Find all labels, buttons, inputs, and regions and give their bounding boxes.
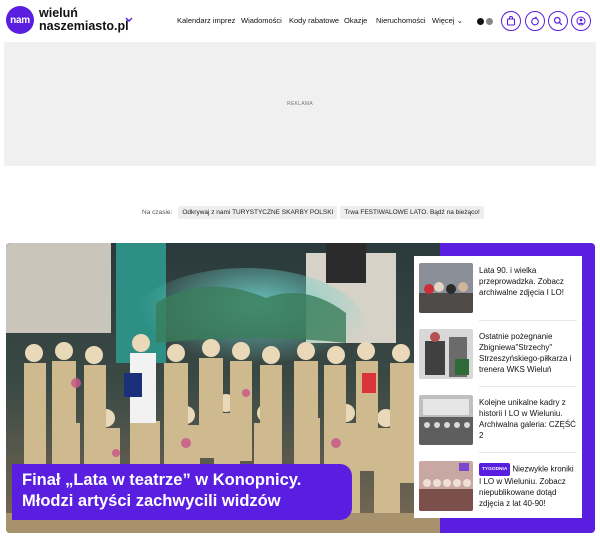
article-thumbnail	[419, 263, 473, 313]
site-header: nam wieluń naszemiasto.pl Kalendarz impr…	[0, 0, 600, 44]
nav-item-kody-rabatowe[interactable]: Kody rabatowe	[289, 16, 339, 25]
logo-text: wieluń naszemiasto.pl	[39, 7, 129, 33]
nav-item-okazje[interactable]: Okazje	[344, 16, 367, 25]
nav-item-wiadomosci[interactable]: Wiadomości	[241, 16, 282, 25]
divider	[479, 452, 577, 453]
hero-title-box[interactable]: Finał „Lata w teatrze” w Konopnicy. Młod…	[12, 464, 352, 520]
trending-chip-festiwalowe[interactable]: Trwa FESTIWALOWE LATO. Bądź na bieżąco!	[340, 206, 484, 219]
list-item[interactable]: TYGODNIA Niezwykle kroniki I LO w Wieluni…	[414, 454, 582, 514]
logo-badge: nam	[6, 6, 34, 34]
article-thumbnail	[419, 329, 473, 379]
ad-label: REKLAMA	[287, 101, 313, 107]
article-title[interactable]: Kolejne unikalne kadry z historii I LO w…	[479, 397, 577, 441]
trending-chip-turystyczne[interactable]: Odkrywaj z nami TURYSTYCZNE SKARBY POLSK…	[178, 206, 338, 219]
divider	[479, 386, 577, 387]
article-title[interactable]: Ostatnie pożegnanie Zbigniewa"Strzechy" …	[479, 331, 577, 375]
article-title-wrap[interactable]: TYGODNIA Niezwykle kroniki I LO w Wieluni…	[479, 463, 577, 509]
moon-dot	[486, 17, 493, 25]
nav-item-kalendarz[interactable]: Kalendarz imprez	[177, 16, 235, 25]
user-icon[interactable]	[571, 11, 591, 31]
theme-toggle-icon[interactable]	[476, 16, 494, 26]
logo-line-2: naszemiasto.pl	[39, 19, 129, 33]
status-badge: TYGODNIA	[479, 463, 511, 476]
divider	[479, 320, 577, 321]
article-thumbnail	[419, 395, 473, 445]
nav-item-nieruchomosci[interactable]: Nieruchomości	[376, 16, 426, 25]
main-nav: Kalendarz imprez Wiadomości Kody rabatow…	[177, 16, 467, 28]
search-icon[interactable]	[548, 11, 568, 31]
list-item[interactable]: Kolejne unikalne kadry z historii I LO w…	[414, 388, 582, 448]
nav-item-wiecej[interactable]: Więcej ⌄	[432, 16, 463, 25]
ad-slot[interactable]: REKLAMA	[4, 42, 596, 166]
trending-label: Na czasie:	[142, 209, 173, 216]
article-title[interactable]: Lata 90. i wielka przeprowadzka. Zobacz …	[479, 265, 577, 298]
side-article-list: Lata 90. i wielka przeprowadzka. Zobacz …	[414, 256, 582, 518]
hero-title[interactable]: Finał „Lata w teatrze” w Konopnicy. Młod…	[22, 470, 342, 512]
shopping-bag-icon[interactable]	[501, 11, 521, 31]
article-thumbnail	[419, 461, 473, 511]
list-item[interactable]: Lata 90. i wielka przeprowadzka. Zobacz …	[414, 256, 582, 316]
site-logo[interactable]: nam wieluń naszemiasto.pl	[6, 6, 129, 34]
news-icon[interactable]	[525, 11, 545, 31]
trending-bar: Na czasie: Odkrywaj z nami TURYSTYCZNE S…	[142, 206, 487, 219]
dark-mode-dot	[477, 17, 484, 25]
city-chevron-down-icon[interactable]	[125, 15, 133, 25]
list-item[interactable]: Ostatnie pożegnanie Zbigniewa"Strzechy" …	[414, 322, 582, 382]
